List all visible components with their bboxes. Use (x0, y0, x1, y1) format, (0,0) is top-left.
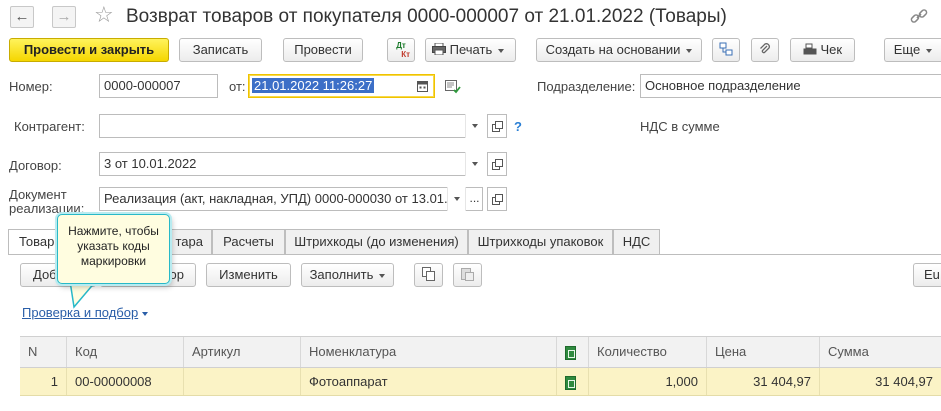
post-button[interactable]: Провести (283, 38, 363, 62)
counterparty-open-button[interactable] (487, 114, 507, 138)
column-header-sum[interactable]: Сумма (820, 337, 941, 367)
column-header-marking[interactable] (557, 337, 589, 367)
calendar-icon[interactable] (417, 80, 428, 92)
tab-package-barcodes[interactable]: Штрихкоды упаковок (468, 229, 613, 254)
link-icon[interactable] (909, 7, 929, 25)
dt-label: Дт (396, 41, 406, 50)
structure-icon (719, 42, 733, 56)
arrow-left-icon: ← (14, 8, 30, 25)
number-field[interactable]: 0000-000007 (99, 74, 218, 98)
chevron-down-icon (926, 48, 933, 53)
column-header-article[interactable]: Артикул (184, 337, 301, 367)
chevron-down-icon (379, 273, 386, 278)
column-header-code[interactable]: Код (67, 337, 184, 367)
structure-button[interactable] (712, 38, 740, 62)
chevron-down-icon (142, 311, 149, 316)
vat-note: НДС в сумме (640, 119, 720, 134)
table-row[interactable]: 1 00-00000008 Фотоаппарат 1,000 31 404,9… (20, 368, 941, 396)
receipt-button[interactable]: Чек (790, 38, 855, 62)
sales-document-label: Документ реализации: (9, 188, 84, 216)
counterparty-dropdown-button[interactable] (465, 114, 483, 138)
more-button[interactable]: Еще (884, 38, 941, 62)
save-button[interactable]: Записать (179, 38, 262, 62)
column-header-item[interactable]: Номенклатура (301, 337, 557, 367)
document-check-icon[interactable] (445, 80, 461, 94)
division-label: Подразделение: (537, 79, 636, 94)
post-and-close-button[interactable]: Провести и закрыть (9, 38, 169, 62)
date-value: 21.01.2022 11:26:27 (252, 78, 375, 93)
cell-sum: 31 404,97 (875, 374, 933, 389)
cell-quantity: 1,000 (589, 368, 707, 395)
open-icon (492, 121, 503, 132)
print-button[interactable]: Печать (425, 38, 516, 62)
more-label: Еще (893, 42, 921, 57)
counterparty-field[interactable] (99, 114, 483, 138)
marking-codes-tooltip: Нажмите, чтобы указать коды маркировки (57, 214, 170, 284)
create-based-on-button[interactable]: Создать на основании (536, 38, 702, 62)
window-title: Возврат товаров от покупателя 0000-00000… (126, 6, 727, 27)
open-icon (492, 159, 503, 170)
paste-icon (461, 268, 474, 281)
tooltip-line-3: маркировки (80, 254, 147, 268)
contract-open-button[interactable] (487, 152, 507, 176)
table-header: N Код Артикул Номенклатура Количество Це… (20, 336, 941, 368)
column-header-price[interactable]: Цена (707, 337, 820, 367)
contract-field[interactable]: 3 от 10.01.2022 (99, 152, 483, 176)
tab-vat[interactable]: НДС (613, 229, 660, 254)
fill-button[interactable]: Заполнить (301, 263, 394, 287)
kt-label: Кт (401, 50, 410, 59)
tooltip-line-1: Нажмите, чтобы (68, 224, 159, 238)
back-button[interactable]: ← (10, 6, 34, 28)
arrow-right-icon: → (56, 8, 72, 25)
printer-icon (432, 42, 446, 56)
tab-barcodes-before[interactable]: Штрихкоды (до изменения) (285, 229, 468, 254)
number-label: Номер: (9, 79, 53, 94)
division-field[interactable]: Основное подразделение (640, 74, 941, 98)
cell-price: 31 404,97 (707, 368, 820, 395)
sales-document-open-button[interactable] (487, 187, 507, 211)
contract-label: Договор: (9, 158, 62, 173)
date-label: от: (229, 79, 246, 94)
paste-button[interactable] (453, 263, 482, 287)
paperclip-icon (760, 43, 770, 54)
tooltip-pointer (69, 281, 98, 309)
chevron-down-icon (686, 48, 693, 53)
help-icon[interactable]: ? (514, 119, 522, 134)
copy-icon (422, 267, 435, 281)
chevron-down-icon (498, 48, 505, 53)
create-based-on-label: Создать на основании (545, 42, 681, 57)
cell-article (184, 368, 301, 395)
cash-register-icon (803, 43, 817, 55)
counterparty-label: Контрагент: (14, 119, 85, 134)
column-header-n[interactable]: N (20, 337, 67, 367)
dt-kt-button[interactable]: Дт Кт (387, 38, 415, 62)
edit-button[interactable]: Изменить (206, 263, 291, 287)
tab-settlements[interactable]: Расчеты (212, 229, 285, 254)
sales-document-select-button[interactable]: ... (465, 187, 483, 211)
favorite-star-icon[interactable]: ☆ (94, 3, 114, 27)
contract-dropdown-button[interactable] (465, 152, 483, 176)
cell-marking[interactable] (557, 368, 589, 395)
cell-code: 00-00000008 (67, 368, 184, 395)
column-header-quantity[interactable]: Количество (589, 337, 707, 367)
more-table-button[interactable]: Eu (913, 263, 941, 287)
cell-n: 1 (20, 368, 67, 395)
forward-button[interactable]: → (52, 6, 76, 28)
cell-item: Фотоаппарат (301, 368, 557, 395)
sales-document-dropdown-button[interactable] (447, 187, 465, 211)
marking-icon (565, 375, 576, 390)
tooltip-line-2: указать коды (77, 239, 150, 253)
date-field[interactable]: 21.01.2022 11:26:27 (248, 74, 435, 98)
attach-button[interactable] (751, 38, 779, 62)
sales-document-field[interactable]: Реализация (акт, накладная, УПД) 0000-00… (99, 187, 483, 211)
open-icon (492, 194, 503, 205)
marking-icon (565, 345, 576, 360)
fill-label: Заполнить (309, 267, 374, 282)
copy-button[interactable] (414, 263, 443, 287)
receipt-label: Чек (820, 42, 843, 57)
sales-document-label-line1: Документ (9, 187, 67, 202)
print-label: Печать (449, 42, 493, 57)
